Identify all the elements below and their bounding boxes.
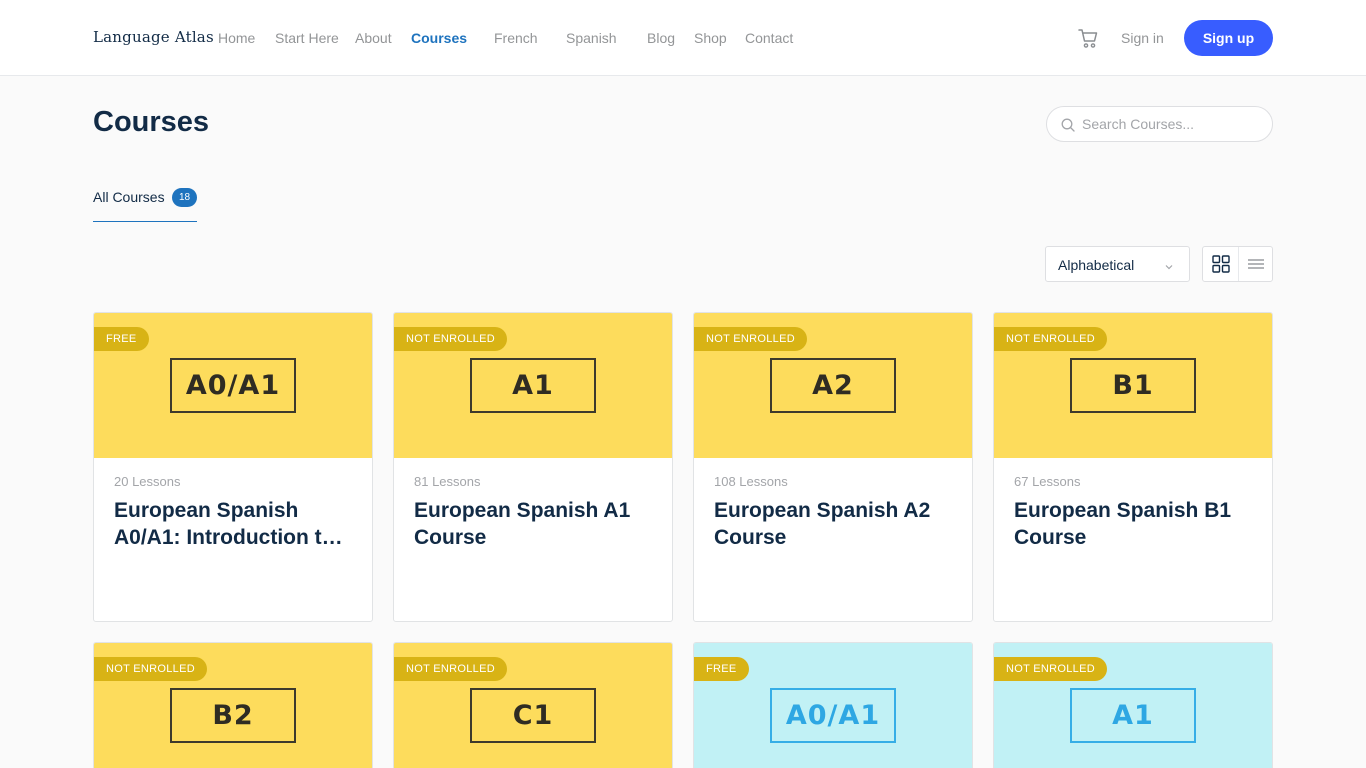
course-thumbnail[interactable]: NOT ENROLLED A1 bbox=[394, 313, 672, 458]
course-status-badge: NOT ENROLLED bbox=[94, 657, 207, 681]
course-title[interactable]: European Spanish A1 Course bbox=[414, 497, 654, 551]
search-icon bbox=[1061, 118, 1075, 132]
course-title[interactable]: European Spanish B1 Course bbox=[1014, 497, 1254, 551]
list-view-icon bbox=[1248, 259, 1264, 269]
course-card[interactable]: NOT ENROLLED B1 67 Lessons European Span… bbox=[993, 312, 1273, 622]
course-card[interactable]: NOT ENROLLED A2 108 Lessons European Spa… bbox=[693, 312, 973, 622]
course-thumbnail[interactable]: NOT ENROLLED C1 bbox=[394, 643, 672, 768]
course-status-badge: NOT ENROLLED bbox=[994, 327, 1107, 351]
sign-up-button[interactable]: Sign up bbox=[1184, 20, 1273, 56]
grid-view-button[interactable] bbox=[1203, 247, 1238, 281]
course-level-label: A0/A1 bbox=[170, 358, 296, 413]
course-card[interactable]: NOT ENROLLED C1 bbox=[393, 642, 673, 768]
site-header: Language Atlas Home Start Here About Cou… bbox=[0, 0, 1366, 76]
course-title[interactable]: European Spanish A0/A1: Introduction to … bbox=[114, 497, 354, 551]
nav-item-shop[interactable]: Shop bbox=[694, 30, 727, 46]
nav-item-about[interactable]: About bbox=[355, 30, 392, 46]
course-thumbnail[interactable]: NOT ENROLLED B2 bbox=[94, 643, 372, 768]
course-status-badge: FREE bbox=[694, 657, 749, 681]
list-view-button[interactable] bbox=[1238, 247, 1273, 281]
course-card[interactable]: NOT ENROLLED A1 bbox=[993, 642, 1273, 768]
course-thumbnail[interactable]: NOT ENROLLED A1 bbox=[994, 643, 1272, 768]
nav-item-courses[interactable]: Courses bbox=[411, 30, 467, 46]
course-status-badge: FREE bbox=[94, 327, 149, 351]
view-toggle bbox=[1202, 246, 1273, 282]
course-level-label: A1 bbox=[1070, 688, 1196, 743]
course-status-badge: NOT ENROLLED bbox=[394, 327, 507, 351]
course-thumbnail[interactable]: NOT ENROLLED B1 bbox=[994, 313, 1272, 458]
sort-selected-value: Alphabetical bbox=[1058, 257, 1135, 273]
course-thumbnail[interactable]: FREE A0/A1 bbox=[694, 643, 972, 768]
nav-item-blog[interactable]: Blog bbox=[647, 30, 675, 46]
course-thumbnail[interactable]: NOT ENROLLED A2 bbox=[694, 313, 972, 458]
chevron-down-icon bbox=[1164, 259, 1174, 270]
lesson-count: 67 Lessons bbox=[1014, 474, 1081, 489]
course-level-label: A2 bbox=[770, 358, 896, 413]
search-input[interactable] bbox=[1082, 114, 1262, 134]
nav-item-home[interactable]: Home bbox=[218, 30, 255, 46]
nav-item-contact[interactable]: Contact bbox=[745, 30, 793, 46]
course-card[interactable]: FREE A0/A1 bbox=[693, 642, 973, 768]
course-level-label: C1 bbox=[470, 688, 596, 743]
search-box bbox=[1046, 106, 1273, 142]
lesson-count: 20 Lessons bbox=[114, 474, 181, 489]
nav-item-start-here[interactable]: Start Here bbox=[275, 30, 339, 46]
sign-in-link[interactable]: Sign in bbox=[1121, 30, 1164, 46]
course-level-label: A0/A1 bbox=[770, 688, 896, 743]
lesson-count: 108 Lessons bbox=[714, 474, 788, 489]
course-count-badge: 18 bbox=[172, 188, 197, 207]
tab-label: All Courses bbox=[93, 189, 165, 205]
course-thumbnail[interactable]: FREE A0/A1 bbox=[94, 313, 372, 458]
course-card[interactable]: NOT ENROLLED B2 bbox=[93, 642, 373, 768]
course-level-label: A1 bbox=[470, 358, 596, 413]
sort-select[interactable]: Alphabetical bbox=[1045, 246, 1190, 282]
nav-item-french[interactable]: French bbox=[494, 30, 538, 46]
tab-all-courses[interactable]: All Courses 18 bbox=[93, 186, 197, 222]
lesson-count: 81 Lessons bbox=[414, 474, 481, 489]
course-level-label: B1 bbox=[1070, 358, 1196, 413]
course-status-badge: NOT ENROLLED bbox=[694, 327, 807, 351]
grid-view-icon bbox=[1211, 255, 1230, 273]
course-title[interactable]: European Spanish A2 Course bbox=[714, 497, 954, 551]
page-title: Courses bbox=[93, 106, 210, 138]
site-logo[interactable]: Language Atlas bbox=[93, 28, 214, 46]
nav-item-spanish[interactable]: Spanish bbox=[566, 30, 617, 46]
course-status-badge: NOT ENROLLED bbox=[394, 657, 507, 681]
course-card[interactable]: FREE A0/A1 20 Lessons European Spanish A… bbox=[93, 312, 373, 622]
course-status-badge: NOT ENROLLED bbox=[994, 657, 1107, 681]
course-level-label: B2 bbox=[170, 688, 296, 743]
course-card[interactable]: NOT ENROLLED A1 81 Lessons European Span… bbox=[393, 312, 673, 622]
cart-icon[interactable] bbox=[1077, 26, 1099, 50]
